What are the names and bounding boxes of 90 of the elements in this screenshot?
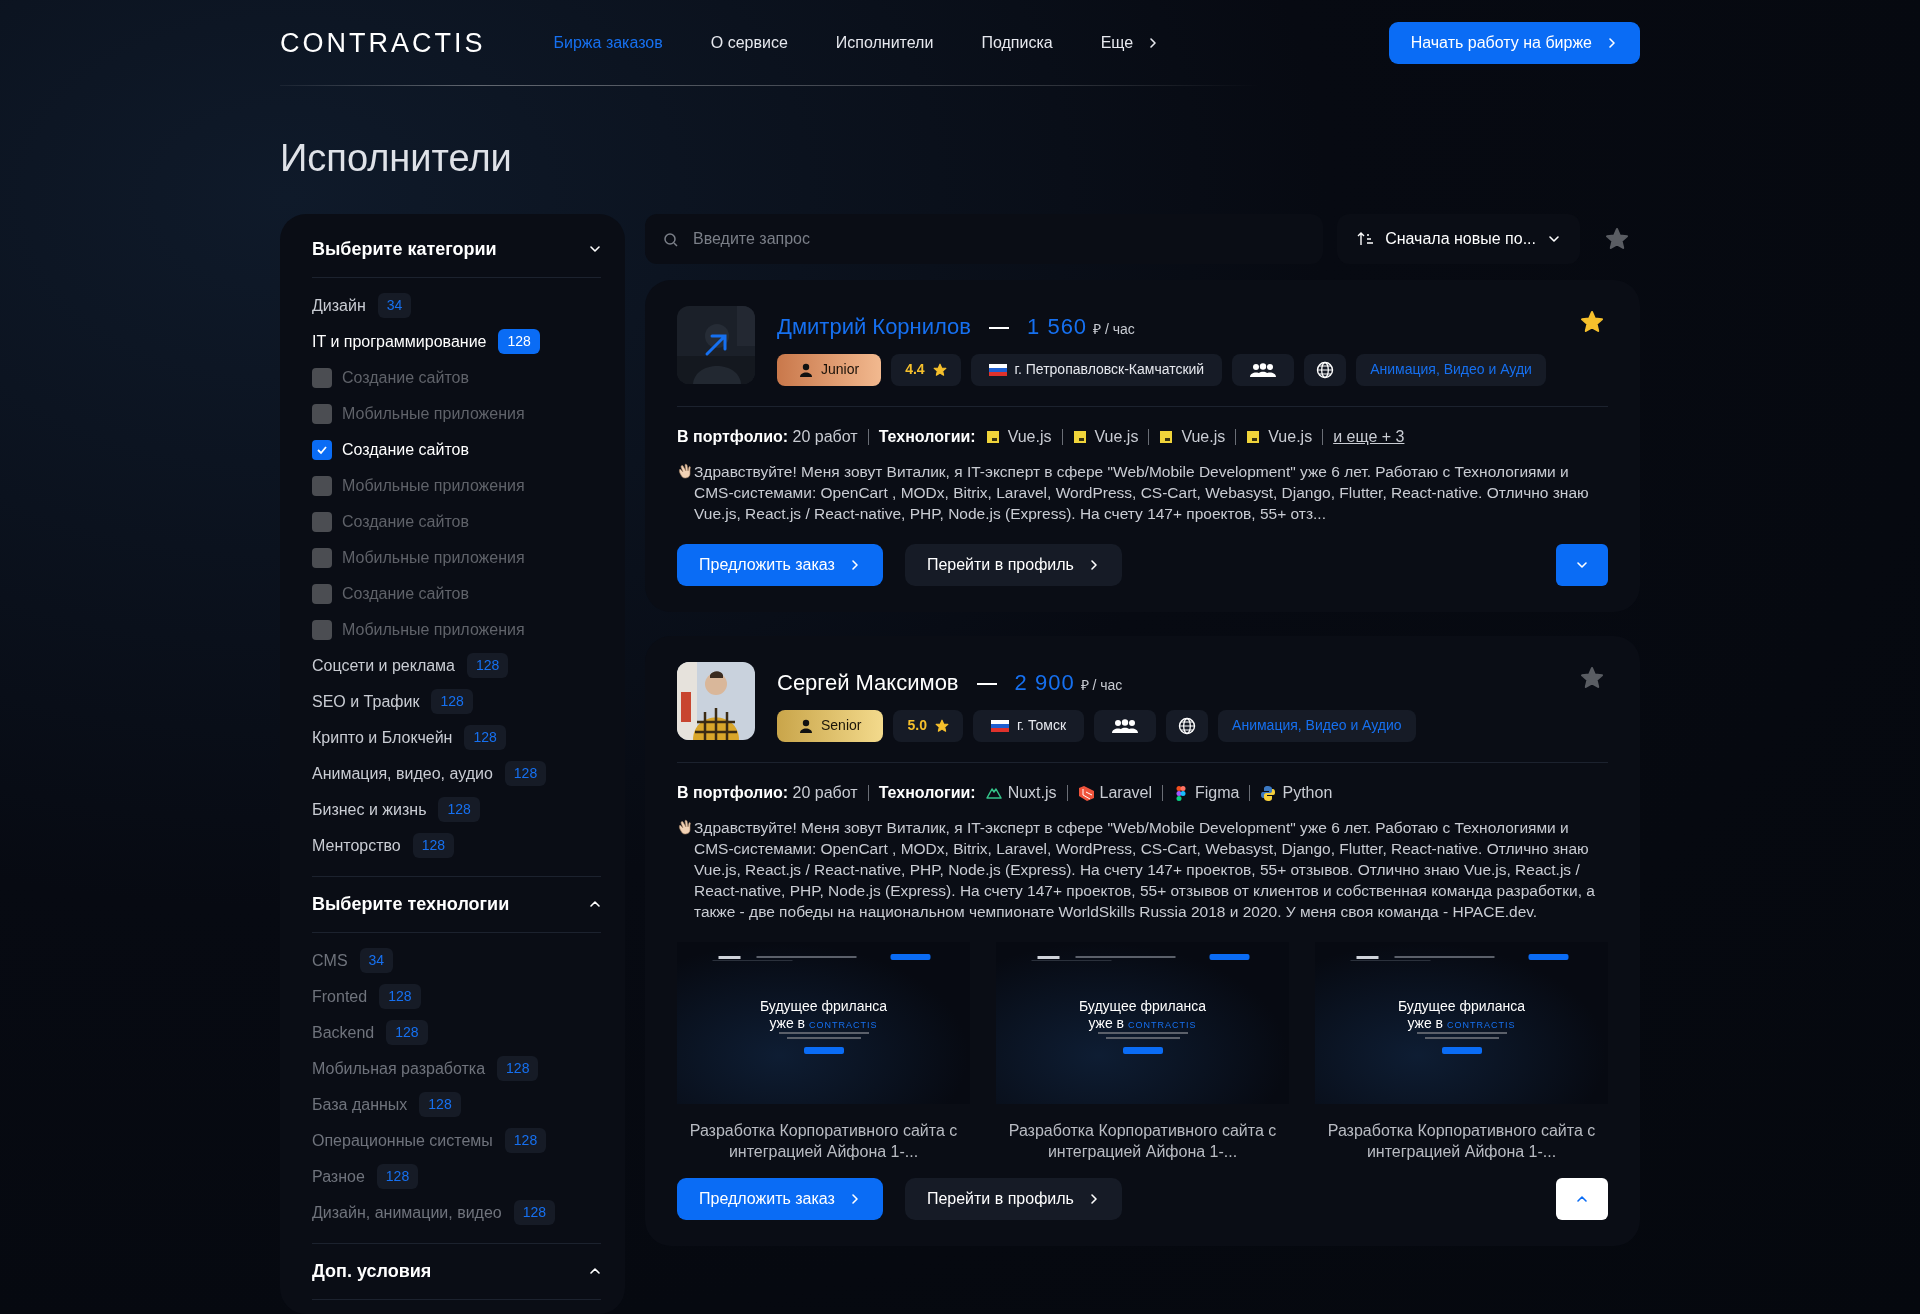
tech-item: Vue.js — [1072, 424, 1139, 449]
count-badge: 128 — [504, 761, 547, 787]
section-title[interactable]: Выберите технологии — [312, 890, 510, 918]
tech-item: Vue.js — [1246, 424, 1313, 449]
work-title[interactable]: Разработка Корпоративного сайта с интеграцией Айфона 1-... — [1315, 1119, 1608, 1162]
price: 2 900 — [1014, 668, 1075, 697]
count-badge: 128 — [419, 1092, 461, 1118]
category-label[interactable]: SEO и Трафик — [312, 689, 420, 714]
start-button[interactable]: Начать работу на бирже — [1388, 22, 1640, 64]
rating-badge: 5.0 — [893, 709, 963, 742]
count-badge: 128 — [438, 797, 480, 823]
nav-link[interactable]: Еще — [1100, 31, 1160, 55]
screenshot-headline: уже в — [769, 1014, 806, 1032]
category-label[interactable]: Мобильная разработка — [312, 1056, 486, 1081]
count-badge: 128 — [513, 1200, 556, 1226]
screenshot-logo: CONTRACTIS — [1128, 1018, 1197, 1032]
tech-label: Технологии: — [878, 782, 976, 803]
nav-link[interactable]: Биржа заказов — [553, 31, 663, 55]
count-badge: 128 — [386, 1020, 428, 1046]
tech-item: Python — [1260, 780, 1333, 805]
logo[interactable]: CONTRACTIS — [280, 22, 486, 64]
offer-button[interactable]: Предложить заказ — [677, 543, 883, 586]
category-label[interactable]: Бизнес и жизнь — [312, 797, 427, 822]
profile-button[interactable]: Перейти в профиль — [904, 1177, 1122, 1220]
tech-label: Технологии: — [878, 426, 976, 447]
page-title: Исполнители — [280, 136, 513, 181]
count-badge: 128 — [412, 833, 455, 859]
screenshot-headline: Будущее фриланса — [1079, 997, 1206, 1015]
grade-badge: Junior — [777, 353, 882, 386]
category-label[interactable]: База данных — [312, 1092, 408, 1117]
count-badge: 128 — [467, 653, 509, 679]
city-badge: г. Петропавловск-Камчатский — [970, 353, 1223, 386]
category-label[interactable]: Соцсети и реклама — [312, 653, 455, 678]
offer-button[interactable]: Предложить заказ — [677, 1177, 883, 1220]
screenshot-headline: Будущее фриланса — [1398, 997, 1525, 1015]
more-link[interactable]: и еще + 3 — [1333, 424, 1405, 449]
performer-name[interactable]: Сергей Максимов — [777, 665, 959, 699]
checkbox-label[interactable]: Создание сайтов — [342, 437, 469, 462]
tech-item: Figma — [1173, 780, 1240, 805]
category-label[interactable]: CMS — [312, 948, 348, 973]
category-label[interactable]: Анимация, видео, аудио — [312, 761, 493, 786]
price-unit: ₽ / час — [1093, 319, 1135, 339]
screenshot-headline: уже в — [1407, 1014, 1444, 1032]
screenshot-logo: CONTRACTIS — [809, 1018, 878, 1032]
price-unit: ₽ / час — [1080, 675, 1123, 695]
category-tag: Анимация, Видео и Ауди — [1356, 353, 1546, 386]
portfolio-count: В портфолио: 20 работ — [677, 426, 858, 447]
tech-item: Nuxt.js — [985, 780, 1057, 805]
tech-item: Vue.js — [985, 424, 1052, 449]
description: Здравствуйте! Меня зовут Виталик, я IT-эксперт в сфере "Web/Mobile Development" уже 6 лет. Работаю с Технологиями и CMS-системами: OpenCart , MODx, Bitrix, Laravel, WordPress, CS-Cart, Webasyst, Django, Flutter, React-native. Отлично знаю Vue.js, React.js / React-native, PHP, Node.js (Express). На счету 147+ проектов, 55+ отзывов. Отлично знаю Vue.js, React.js / React-native, PHP, Node.js (Express). На счету 147+ проектов, 55+ отзывов от клиентов и собственная команда разработки, а также - две победы на национальном чемпионате WorldSkills Russia 2018 и 2020. У меня своя команда - HPACE.dev. — [694, 817, 1596, 922]
performer-name[interactable]: Дмитрий Корнилов — [777, 309, 972, 343]
category-label[interactable]: Менторство — [312, 833, 401, 858]
count-badge: 128 — [431, 689, 473, 715]
count-badge: 128 — [464, 725, 506, 751]
price: 1 560 — [1027, 312, 1088, 341]
category-label[interactable]: Backend — [312, 1020, 375, 1045]
category-tag: Анимация, Видео и Аудио — [1218, 709, 1416, 742]
count-badge: 128 — [498, 329, 540, 355]
count-badge: 34 — [377, 293, 412, 319]
profile-button[interactable]: Перейти в профиль — [904, 543, 1122, 586]
sort-dropdown[interactable]: Сначала новые по... — [1337, 213, 1580, 264]
nav-link[interactable]: О сервисе — [710, 31, 788, 55]
category-label[interactable]: Дизайн — [312, 293, 366, 318]
section-title[interactable]: Доп. условия — [312, 1257, 432, 1285]
grade-badge: Senior — [777, 709, 884, 742]
rating-badge: 4.4 — [891, 353, 961, 386]
description: Здравствуйте! Меня зовут Виталик, я IT-эксперт в сфере "Web/Mobile Development" уже 6 лет. Работаю с Технологиями и CMS-системами: OpenCart , MODx, Bitrix, Laravel, WordPress, CS-Cart, Webasyst, Django, Flutter, React-native. Отлично знаю Vue.js, React.js / React-native, PHP, Node.js (Express). На счету 147+ проектов, 55+ отз... — [694, 461, 1590, 524]
tech-item: Vue.js — [1159, 424, 1226, 449]
count-badge: 34 — [359, 948, 394, 974]
nav-link[interactable]: Исполнители — [835, 31, 934, 55]
section-title[interactable]: Выберите категории — [312, 235, 497, 263]
count-badge: 128 — [379, 984, 421, 1010]
category-label[interactable]: Крипто и Блокчейн — [312, 725, 453, 750]
screenshot-logo: CONTRACTIS — [1447, 1018, 1516, 1032]
work-title[interactable]: Разработка Корпоративного сайта с интеграцией Айфона 1-... — [677, 1119, 970, 1162]
category-label[interactable]: Fronted — [312, 984, 368, 1009]
portfolio-count: В портфолио: 20 работ — [677, 782, 858, 803]
category-label[interactable]: IT и программирование — [312, 329, 487, 354]
count-badge: 128 — [504, 1128, 547, 1154]
tech-item: Laravel — [1077, 780, 1153, 805]
count-badge: 128 — [376, 1164, 419, 1190]
screenshot-headline: уже в — [1088, 1014, 1125, 1032]
nav-link[interactable]: Подписка — [981, 31, 1053, 55]
screenshot-headline: Будущее фриланса — [760, 997, 887, 1015]
city-badge: г. Томск — [972, 709, 1085, 742]
count-badge: 128 — [497, 1056, 539, 1082]
category-label[interactable]: Разное — [312, 1164, 365, 1189]
category-label[interactable]: Дизайн, анимации, видео — [312, 1200, 502, 1225]
category-label[interactable]: Операционные системы — [312, 1128, 493, 1153]
work-title[interactable]: Разработка Корпоративного сайта с интеграцией Айфона 1-... — [996, 1119, 1289, 1162]
